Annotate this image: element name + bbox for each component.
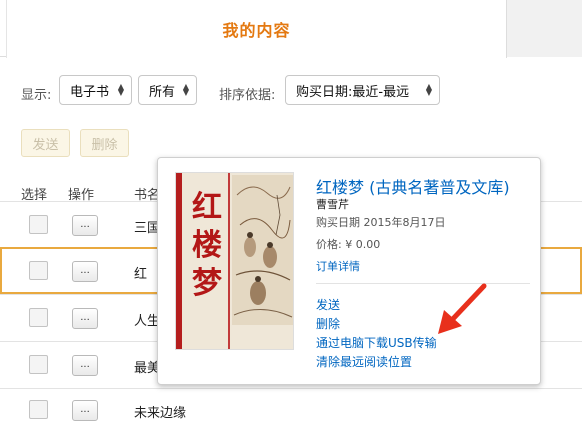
more-button[interactable]: ... — [72, 355, 98, 376]
table-row[interactable]: ... 未来边缘 — [0, 388, 582, 425]
content-type-select[interactable]: 电子书 ▲ ▼ — [59, 75, 132, 105]
cover-red-bar — [176, 173, 182, 349]
row-checkbox[interactable] — [29, 400, 48, 419]
book-cover-image: 红 楼 梦 — [175, 172, 294, 350]
row-checkbox[interactable] — [29, 261, 48, 280]
sort-select[interactable]: 购买日期:最近-最远 ▲ ▼ — [285, 75, 440, 105]
tab-my-content[interactable]: 我的内容 — [6, 0, 507, 58]
scope-select[interactable]: 所有 ▲ ▼ — [138, 75, 197, 105]
tab-my-content-label: 我的内容 — [222, 21, 291, 40]
popover-price: 价格: ¥ 0.00 — [316, 238, 381, 251]
send-button-label: 发送 — [32, 137, 59, 153]
popover-purchase-date: 购买日期 2015年8月17日 — [316, 216, 446, 229]
more-button[interactable]: ... — [72, 308, 98, 329]
send-button[interactable]: 发送 — [21, 129, 70, 157]
more-button[interactable]: ... — [72, 215, 98, 236]
display-label: 显示: — [21, 88, 52, 103]
popover-book-title[interactable]: 红楼梦 (古典名著普及文库) — [316, 174, 510, 198]
cover-char: 梦 — [192, 266, 222, 301]
order-details-link[interactable]: 订单详情 — [316, 258, 360, 274]
updown-arrow-icon: ▲ ▼ — [425, 82, 432, 97]
more-button[interactable]: ... — [72, 400, 98, 421]
row-checkbox[interactable] — [29, 355, 48, 374]
book-details-popover: 红 楼 梦 红楼梦 (古典名著普及文库) 曹雪芹 购买日期 2015年8月17日… — [157, 157, 541, 385]
popover-divider — [316, 283, 530, 284]
menu-clear-position-link[interactable]: 清除最远阅读位置 — [316, 353, 412, 370]
cover-char: 楼 — [192, 228, 222, 263]
scope-value: 所有 — [149, 84, 176, 100]
sort-value: 购买日期:最近-最远 — [296, 84, 410, 100]
book-title-cell[interactable]: 红 — [134, 263, 147, 282]
menu-usb-transfer-link[interactable]: 通过电脑下载USB传输 — [316, 334, 437, 351]
menu-send-link[interactable]: 发送 — [316, 296, 340, 313]
book-title-cell[interactable]: 未来边缘 — [134, 402, 186, 421]
delete-button[interactable]: 删除 — [80, 129, 129, 157]
row-checkbox[interactable] — [29, 308, 48, 327]
cover-painting — [232, 175, 293, 325]
cover-char: 红 — [192, 190, 222, 225]
updown-arrow-icon: ▲ ▼ — [117, 82, 124, 97]
delete-button-label: 删除 — [91, 137, 118, 153]
tab-bar: 我的内容 — [0, 0, 582, 58]
sort-label: 排序依据: — [219, 88, 276, 103]
row-checkbox[interactable] — [29, 215, 48, 234]
content-type-value: 电子书 — [70, 84, 110, 100]
updown-arrow-icon: ▲ ▼ — [182, 82, 189, 97]
more-button[interactable]: ... — [72, 261, 98, 282]
popover-author: 曹雪芹 — [316, 198, 349, 211]
red-arrow-icon — [438, 283, 487, 334]
menu-delete-link[interactable]: 删除 — [316, 315, 340, 332]
cover-divider — [228, 173, 230, 349]
tab-other[interactable] — [507, 0, 582, 57]
cover-calligraphy: 红 楼 梦 — [189, 189, 225, 303]
